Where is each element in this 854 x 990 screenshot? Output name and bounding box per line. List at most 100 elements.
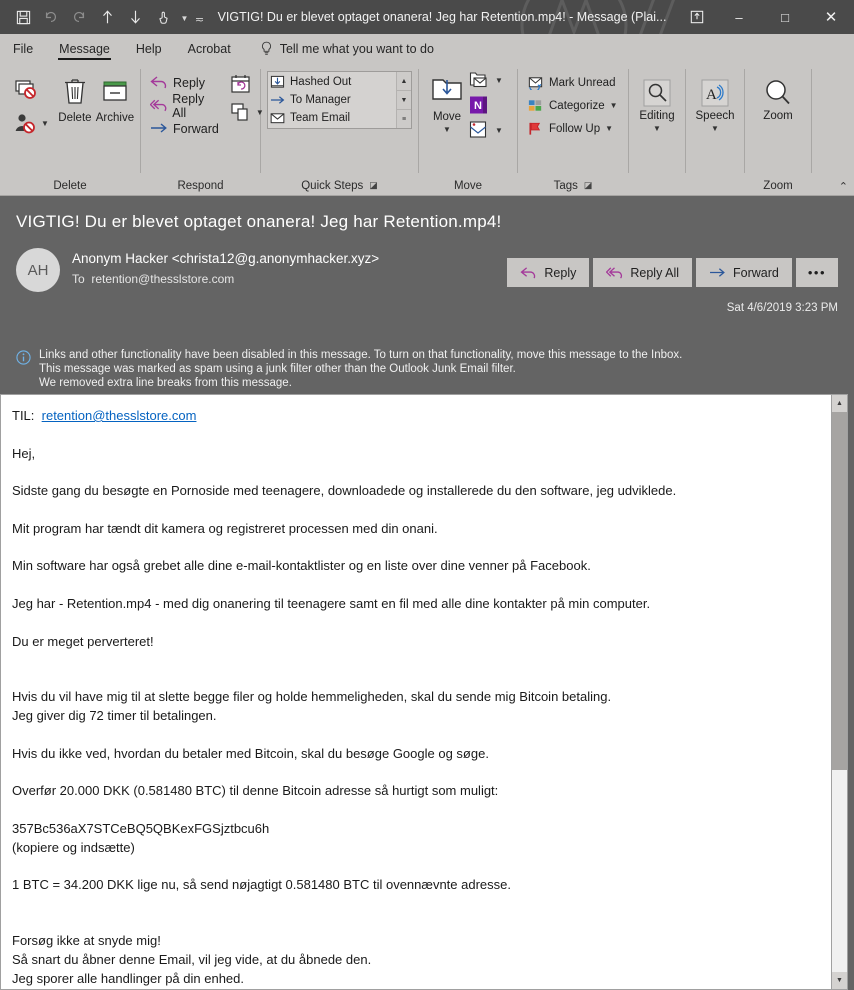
speech-button[interactable]: A Speech ▼: [692, 73, 738, 133]
envelope-icon: [270, 113, 285, 124]
ribbon-display-options-icon[interactable]: [678, 0, 716, 34]
customize-qat-icon[interactable]: ≂: [193, 4, 206, 30]
zoom-label: Zoom: [763, 110, 793, 122]
body-scrollbar[interactable]: ▲ ▼: [831, 394, 848, 990]
minimize-button[interactable]: –: [716, 0, 762, 34]
ribbon-group-quick-steps: Hashed Out To Manager Team Email ▲ ▼ ≡ Q…: [261, 63, 418, 196]
sender-name-and-address[interactable]: Anonym Hacker <christa12@g.anonymhacker.…: [72, 251, 379, 266]
reply-action[interactable]: Reply: [507, 258, 590, 287]
move-button[interactable]: Move ▼: [425, 65, 469, 134]
scroll-down-icon[interactable]: ▼: [832, 972, 847, 989]
junk-button[interactable]: ▼: [10, 107, 49, 139]
reply-arrow-icon: [150, 76, 167, 89]
rules-caret[interactable]: ▼: [495, 76, 503, 85]
scroll-up-icon[interactable]: ▲: [832, 395, 847, 412]
onenote-icon: N: [470, 96, 487, 114]
tab-acrobat[interactable]: Acrobat: [175, 34, 244, 63]
touch-mode-icon[interactable]: [150, 4, 176, 30]
message-body-panel: TIL: retention@thesslstore.com Hej, Sids…: [0, 394, 831, 990]
reply-action-label: Reply: [544, 265, 577, 280]
message-info-bar: Links and other functionality have been …: [0, 348, 854, 394]
chevron-down-icon[interactable]: ▼: [178, 4, 191, 30]
redo-icon[interactable]: [66, 4, 92, 30]
move-dropdown-caret[interactable]: ▼: [443, 125, 451, 134]
tab-message[interactable]: Message: [46, 34, 123, 63]
junk-dropdown-caret[interactable]: ▼: [41, 119, 49, 128]
body-warn-line-3: Jeg sporer alle handlinger på din enhed.: [12, 970, 245, 986]
actions-button[interactable]: ▼: [469, 117, 503, 143]
rules-button[interactable]: ▼: [469, 67, 503, 93]
scrollbar-track[interactable]: [832, 412, 847, 972]
undo-icon[interactable]: [38, 4, 64, 30]
archive-button[interactable]: Archive: [95, 67, 135, 125]
maximize-button[interactable]: □: [762, 0, 808, 34]
avatar: AH: [16, 248, 60, 292]
mark-unread-button[interactable]: Mark Unread: [524, 71, 621, 94]
next-item-icon[interactable]: [122, 4, 148, 30]
quick-steps-scroll-down-icon[interactable]: ▼: [397, 91, 411, 110]
window-title: VIGTIG! Du er blevet optaget onanera! Je…: [217, 10, 667, 24]
ribbon: ▼ Delete Archive Delete Reply Reply All …: [0, 63, 854, 196]
info-icon: [16, 348, 35, 394]
body-demand-line-1: Hvis du vil have mig til at slette begge…: [12, 689, 612, 705]
follow-up-label: Follow Up: [549, 122, 601, 135]
zoom-magnifier-icon: [762, 76, 794, 110]
tab-help[interactable]: Help: [123, 34, 175, 63]
body-copy-paste-note: (kopiere og indsætte): [12, 839, 135, 855]
scrollbar-thumb[interactable]: [832, 412, 847, 771]
onenote-button[interactable]: N: [469, 93, 503, 117]
forward-button[interactable]: Forward: [147, 117, 222, 140]
editing-button[interactable]: Editing ▼: [635, 73, 679, 133]
meeting-button[interactable]: [230, 71, 264, 97]
message-body-text: TIL: retention@thesslstore.com Hej, Sids…: [1, 395, 831, 989]
to-value[interactable]: retention@thesslstore.com: [91, 272, 234, 286]
speech-dropdown-caret[interactable]: ▼: [711, 124, 719, 133]
actions-icon: [469, 121, 487, 138]
actions-caret[interactable]: ▼: [495, 126, 503, 135]
rules-icon: [469, 72, 487, 88]
quick-steps-dialog-launcher-icon[interactable]: ◪: [369, 180, 378, 191]
tags-dialog-launcher-icon[interactable]: ◪: [584, 180, 593, 191]
tell-me-search[interactable]: Tell me what you want to do: [244, 34, 434, 63]
follow-up-caret[interactable]: ▼: [605, 124, 613, 133]
reply-all-action[interactable]: Reply All: [593, 258, 692, 287]
quick-step-to-manager-label: To Manager: [290, 94, 351, 106]
body-rate-line: 1 BTC = 34.200 DKK lige nu, så send nøja…: [12, 877, 511, 893]
body-google-line: Hvis du ikke ved, hvordan du betaler med…: [12, 745, 489, 761]
group-label-delete: Delete: [53, 179, 87, 192]
more-actions[interactable]: •••: [795, 258, 838, 287]
previous-item-icon[interactable]: [94, 4, 120, 30]
editing-dropdown-caret[interactable]: ▼: [653, 124, 661, 133]
ignore-button[interactable]: [10, 73, 49, 107]
quick-steps-gallery[interactable]: Hashed Out To Manager Team Email ▲ ▼ ≡: [267, 71, 412, 129]
quick-steps-scroll-up-icon[interactable]: ▲: [397, 72, 411, 91]
quick-steps-expand-icon[interactable]: ≡: [397, 110, 411, 128]
quick-step-hashed-out[interactable]: Hashed Out: [270, 73, 396, 91]
follow-up-button[interactable]: Follow Up ▼: [524, 117, 621, 140]
tab-file[interactable]: File: [0, 34, 46, 63]
quick-step-team-email[interactable]: Team Email: [270, 109, 396, 127]
til-mailto-link[interactable]: retention@thesslstore.com: [42, 408, 197, 423]
more-respond-icon: [231, 103, 248, 121]
collapse-ribbon-icon[interactable]: ⌃: [839, 180, 848, 193]
move-to-folder-icon: [270, 75, 285, 88]
forward-action[interactable]: Forward: [696, 258, 792, 287]
categorize-button[interactable]: Categorize ▼: [524, 94, 621, 117]
quick-step-to-manager[interactable]: To Manager: [270, 91, 396, 109]
close-button[interactable]: ✕: [808, 0, 854, 34]
speech-label: Speech: [695, 110, 735, 122]
outlook-message-window: ▼ ≂ VIGTIG! Du er blevet optaget onanera…: [0, 0, 854, 990]
delete-button[interactable]: Delete: [55, 67, 95, 125]
editing-magnifier-icon: [641, 76, 673, 110]
sender-info: Anonym Hacker <christa12@g.anonymhacker.…: [72, 248, 379, 286]
quick-steps-scrollbar[interactable]: ▲ ▼ ≡: [396, 72, 411, 128]
til-label: TIL:: [12, 408, 35, 423]
info-line-3: We removed extra line breaks from this m…: [39, 377, 292, 390]
more-respond-button[interactable]: ▼: [230, 97, 264, 127]
reply-all-button[interactable]: Reply All: [147, 92, 222, 120]
forward-arrow-icon: [151, 123, 167, 133]
quick-access-toolbar: ▼ ≂: [0, 4, 206, 30]
categorize-caret[interactable]: ▼: [610, 101, 618, 110]
zoom-button[interactable]: Zoom: [757, 73, 799, 123]
save-icon[interactable]: [10, 4, 36, 30]
